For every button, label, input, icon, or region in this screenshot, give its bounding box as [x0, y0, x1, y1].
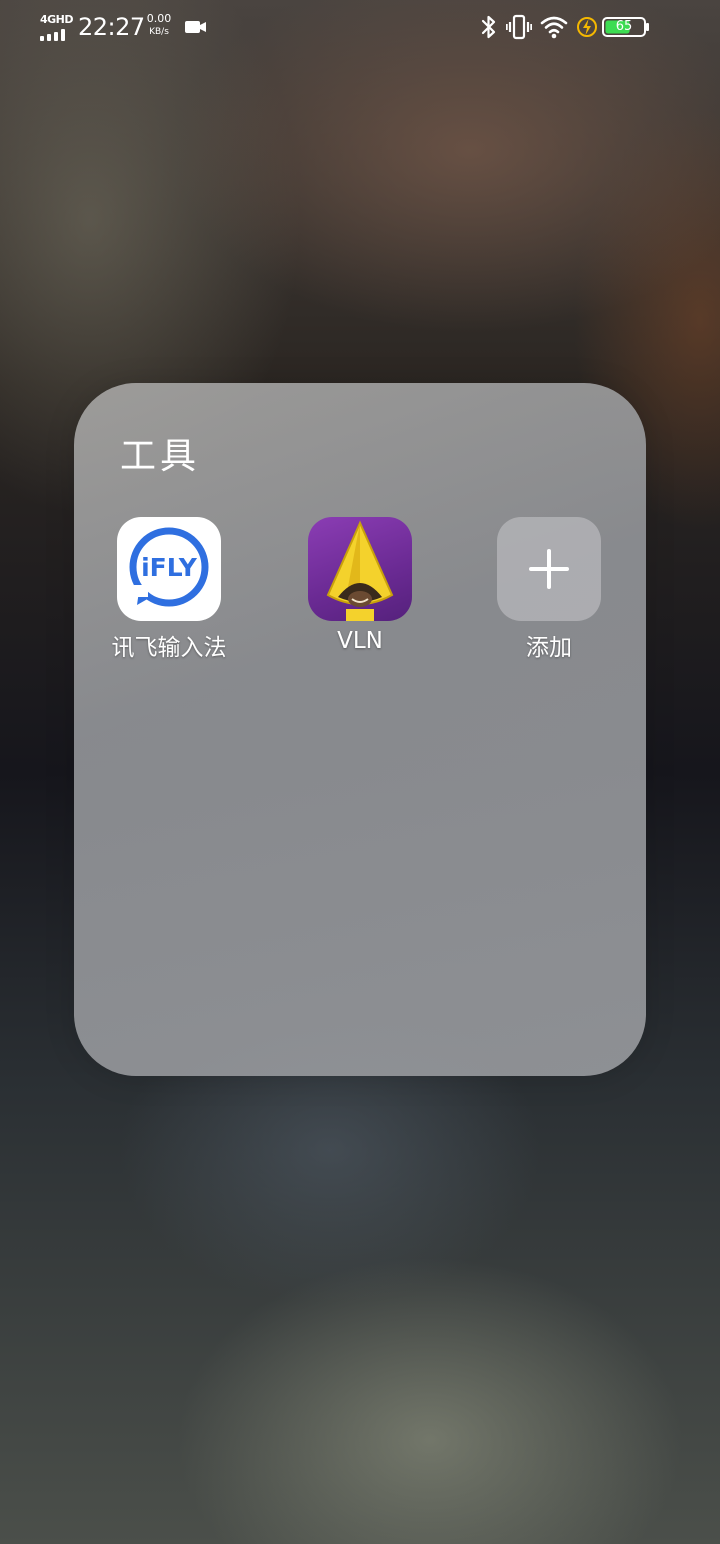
signal-icon: [40, 29, 72, 41]
vln-app-icon[interactable]: [308, 517, 412, 621]
network-speed-value: 0.00: [146, 12, 172, 25]
status-time: 22:27: [78, 13, 145, 41]
network-type-label: 4GHD: [40, 13, 74, 26]
network-speed-unit: KB/s: [149, 27, 169, 37]
app-ifly-input[interactable]: iFLY 讯飞输入法: [94, 517, 244, 662]
folder-title[interactable]: 工具: [120, 427, 200, 479]
ifly-logo-text: iFLY: [141, 553, 197, 582]
app-label: 讯飞输入法: [111, 635, 227, 661]
bluetooth-icon: [481, 15, 496, 39]
network-speed: 0.00 KB/s: [144, 12, 174, 38]
battery-level: 65: [615, 19, 633, 34]
video-record-icon: [185, 21, 206, 33]
vibrate-icon: [506, 14, 532, 40]
app-label: 添加: [526, 635, 572, 661]
status-bar: 4GHD 22:27 0.00 KB/s 65: [0, 0, 720, 56]
ifly-app-icon[interactable]: iFLY: [117, 517, 221, 621]
plus-icon[interactable]: [497, 517, 601, 621]
app-folder: 工具 iFLY 讯飞输入法 VLN 添加: [74, 383, 646, 1076]
add-app-button[interactable]: 添加: [474, 517, 624, 662]
app-vln[interactable]: VLN: [285, 517, 435, 654]
app-label: VLN: [337, 628, 383, 654]
charging-icon: [577, 17, 597, 37]
status-bar-right: 65: [480, 14, 680, 42]
wifi-icon: [540, 16, 568, 39]
